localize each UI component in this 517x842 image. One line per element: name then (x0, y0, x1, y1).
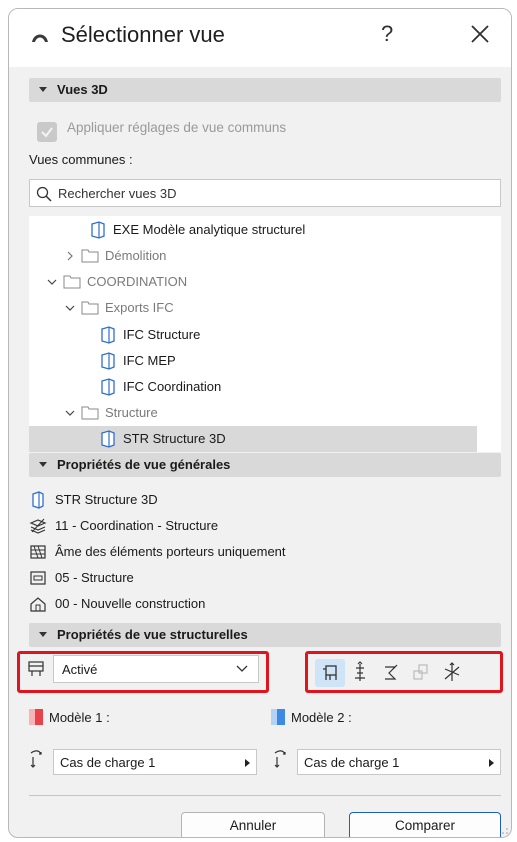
tree-item-label: COORDINATION (87, 274, 188, 289)
tree-item-coordination[interactable]: COORDINATION (29, 269, 477, 295)
collapse-triangle-icon (39, 462, 47, 467)
model-view-options-icon (30, 571, 46, 585)
prop-text: 05 - Structure (55, 570, 134, 585)
title-bar: Sélectionner vue ? (9, 9, 511, 67)
common-views-label: Vues communes : (29, 152, 133, 167)
help-button[interactable]: ? (381, 21, 393, 47)
tree-item-str-structure-3d[interactable]: STR Structure 3D (29, 426, 477, 452)
view-icon (91, 221, 105, 239)
collapse-triangle-icon (39, 87, 47, 92)
model-view-toggle[interactable] (315, 659, 345, 687)
prop-view: STR Structure 3D (29, 489, 489, 511)
search-input[interactable]: Rechercher vues 3D (29, 179, 501, 207)
tree-item-label: Structure (105, 405, 158, 420)
collapse-triangle-icon (39, 632, 47, 637)
close-icon[interactable] (469, 23, 491, 45)
section-views-3d[interactable]: Vues 3D (29, 78, 501, 102)
views-tree[interactable]: EXE Modèle analytique structurel Démolit… (29, 216, 501, 452)
prop-layer-combination: 11 - Coordination - Structure (29, 515, 489, 537)
tree-item-exe-model[interactable]: EXE Modèle analytique structurel (29, 217, 477, 243)
dropdown-value: Activé (62, 662, 98, 677)
chevron-down-icon[interactable] (47, 277, 57, 287)
chevron-down-icon[interactable] (65, 303, 75, 313)
app-icon (32, 34, 48, 42)
tree-item-label: IFC Structure (123, 327, 201, 342)
folder-icon (63, 275, 81, 289)
prop-text: 11 - Coordination - Structure (55, 518, 219, 533)
folder-icon (81, 406, 99, 420)
model2-color-swatch-light (271, 709, 277, 725)
load-case-icon (274, 750, 286, 768)
checkmark-icon (41, 127, 53, 138)
tree-item-structure-folder[interactable]: Structure (29, 400, 477, 426)
analytical-dropdown[interactable]: Activé (53, 655, 259, 683)
tree-item-ifc-coordination[interactable]: IFC Coordination (29, 374, 477, 400)
view-icon (101, 378, 115, 396)
folder-icon (81, 249, 99, 263)
tree-item-label: Exports IFC (105, 300, 174, 315)
prop-text: STR Structure 3D (55, 492, 158, 507)
apply-common-checkbox[interactable] (37, 122, 57, 142)
release-icon (413, 664, 428, 680)
model2-label: Modèle 2 : (291, 710, 352, 725)
load-case1-combo[interactable]: Cas de charge 1 (53, 749, 257, 775)
view-icon (32, 491, 44, 509)
view-icon (101, 430, 115, 448)
tree-item-label: IFC Coordination (123, 379, 222, 394)
support-display-toggle[interactable] (375, 659, 405, 687)
prop-structural-display: Âme des éléments porteurs uniquement (29, 541, 489, 563)
tree-item-label: EXE Modèle analytique structurel (113, 222, 306, 237)
prop-model-view-options: 05 - Structure (29, 567, 489, 589)
model-view-icon (323, 665, 337, 680)
footer-divider (29, 795, 501, 796)
tree-item-label: IFC MEP (123, 353, 176, 368)
compare-button[interactable]: Comparer (349, 812, 501, 837)
chevron-down-icon (236, 665, 248, 672)
resize-grip-icon[interactable] (501, 827, 509, 835)
chevron-right-icon[interactable] (65, 251, 75, 261)
section-title: Vues 3D (57, 82, 108, 97)
search-icon (36, 186, 52, 202)
prop-text: 00 - Nouvelle construction (55, 596, 206, 611)
load-case2-combo[interactable]: Cas de charge 1 (297, 749, 501, 775)
folder-icon (81, 301, 99, 315)
prop-renovation-filter: 00 - Nouvelle construction (29, 593, 489, 615)
section-general-properties[interactable]: Propriétés de vue générales (29, 453, 501, 477)
search-placeholder: Rechercher vues 3D (58, 186, 177, 201)
cancel-button[interactable]: Annuler (181, 812, 325, 837)
load-display-toggle[interactable] (345, 659, 375, 687)
load-arrows-icon (355, 661, 365, 681)
load-case-icon (30, 750, 42, 768)
model1-label: Modèle 1 : (49, 710, 110, 725)
combo-value: Cas de charge 1 (60, 755, 156, 770)
tree-item-label: STR Structure 3D (123, 431, 226, 446)
section-title: Propriétés de vue générales (57, 457, 231, 472)
model1-color-swatch-light (29, 709, 35, 725)
renovation-filter-icon (30, 597, 46, 612)
prop-text: Âme des éléments porteurs uniquement (55, 544, 286, 559)
release-display-toggle[interactable] (405, 659, 435, 687)
axis-display-toggle[interactable] (437, 659, 467, 687)
tree-item-label: Démolition (105, 248, 167, 263)
tree-item-ifc-mep[interactable]: IFC MEP (29, 348, 477, 374)
select-view-dialog: Sélectionner vue ? Vues 3D Appliquer rég… (8, 8, 512, 838)
view-icon (101, 326, 115, 344)
view-icon (101, 352, 115, 370)
section-structural-properties[interactable]: Propriétés de vue structurelles (29, 623, 501, 647)
tree-item-ifc-structure[interactable]: IFC Structure (29, 322, 477, 348)
chevron-down-icon[interactable] (65, 408, 75, 418)
structural-display-icon (30, 545, 46, 559)
tree-item-exports-ifc[interactable]: Exports IFC (29, 295, 477, 321)
section-title: Propriétés de vue structurelles (57, 627, 248, 642)
apply-common-label: Appliquer réglages de vue communs (67, 120, 287, 135)
caret-right-icon (489, 759, 494, 767)
dialog-title: Sélectionner vue (61, 22, 225, 47)
layer-combination-icon (29, 518, 47, 534)
axes-icon (444, 662, 460, 681)
tree-item-demolition[interactable]: Démolition (29, 243, 477, 269)
caret-right-icon (245, 759, 250, 767)
support-icon (385, 664, 398, 680)
analytical-model-icon (28, 661, 44, 676)
combo-value: Cas de charge 1 (304, 755, 400, 770)
